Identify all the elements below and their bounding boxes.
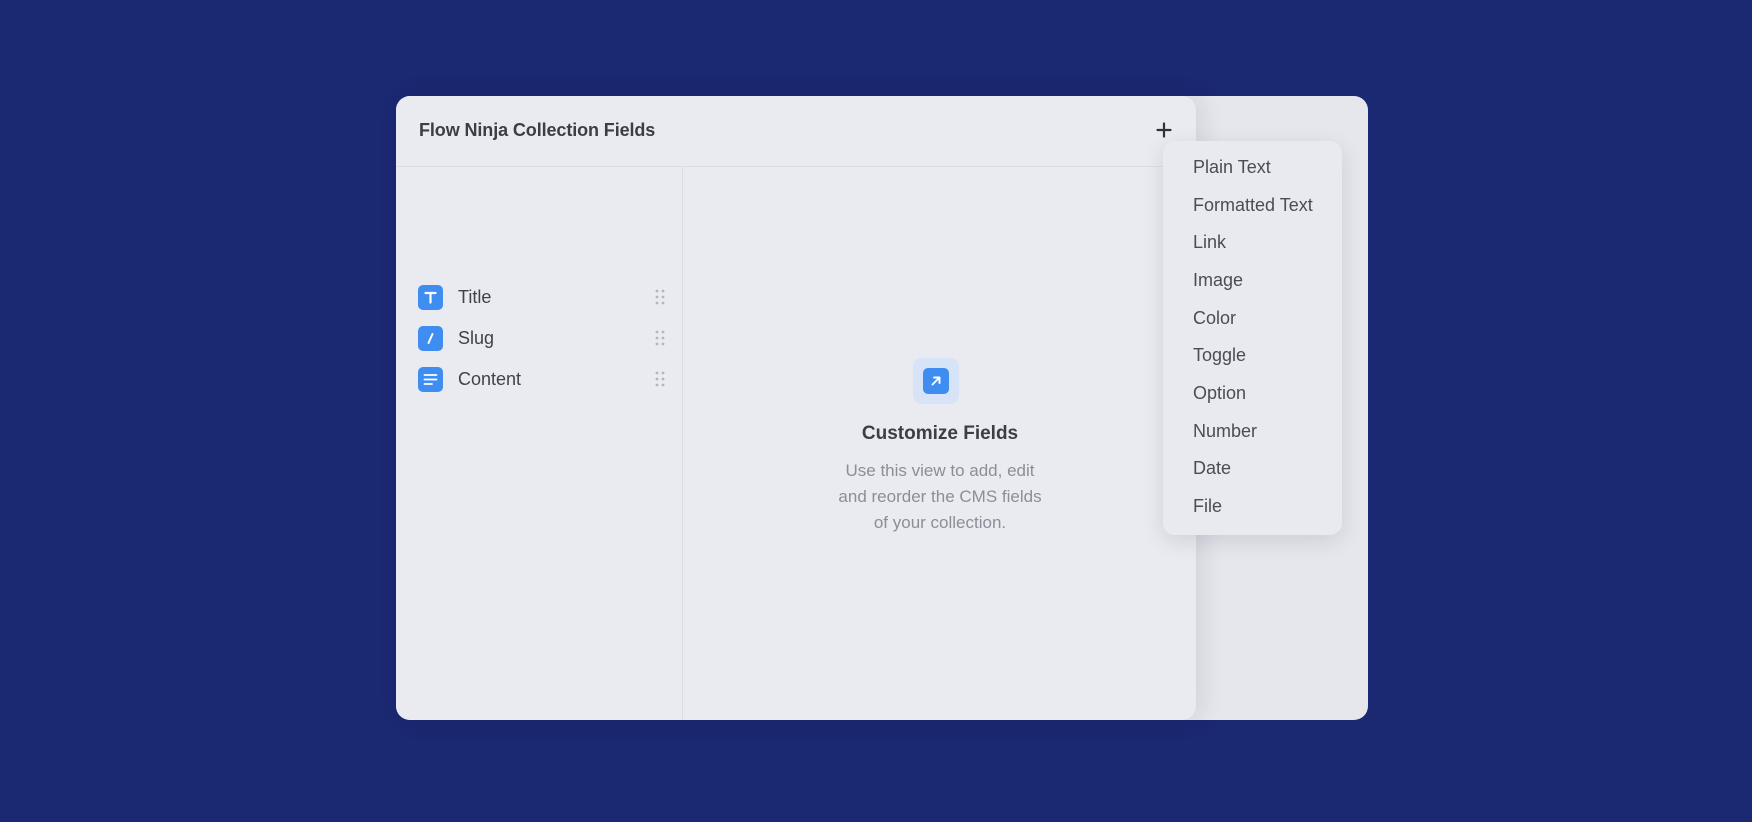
menu-item-link[interactable]: Link: [1193, 228, 1226, 256]
empty-state-desc-line: Use this view to add, edit: [845, 461, 1035, 480]
collection-fields-window: Flow Ninja Collection Fields Title Slug …: [396, 96, 1196, 720]
empty-state-desc-line: of your collection.: [873, 513, 1007, 532]
empty-state-description: Use this view to add, edit and reorder t…: [815, 458, 1065, 536]
slug-slash-icon: [418, 325, 443, 351]
menu-item-option[interactable]: Option: [1193, 379, 1246, 407]
menu-item-formatted-text[interactable]: Formatted Text: [1193, 191, 1313, 219]
field-item-content[interactable]: Content: [418, 365, 666, 393]
field-item-title[interactable]: Title: [418, 283, 666, 311]
fields-sidebar: Title Slug Content: [396, 167, 683, 720]
menu-item-date[interactable]: Date: [1193, 454, 1231, 482]
menu-item-toggle[interactable]: Toggle: [1193, 341, 1246, 369]
menu-item-plain-text[interactable]: Plain Text: [1193, 153, 1271, 181]
drag-handle-icon[interactable]: [654, 369, 666, 389]
menu-item-image[interactable]: Image: [1193, 266, 1243, 294]
page-title: Flow Ninja Collection Fields: [419, 120, 656, 140]
field-label-title: Title: [458, 286, 492, 307]
window-header: Flow Ninja Collection Fields: [396, 96, 1196, 167]
main-empty-state: Customize Fields Use this view to add, e…: [684, 167, 1196, 720]
text-t-icon: [418, 284, 443, 310]
drag-handle-icon[interactable]: [654, 328, 666, 348]
empty-state-title: Customize Fields: [861, 423, 1019, 444]
plus-icon: [1156, 122, 1172, 138]
field-item-slug[interactable]: Slug: [418, 324, 666, 352]
menu-item-number[interactable]: Number: [1193, 417, 1257, 445]
field-type-dropdown: Plain Text Formatted Text Link Image Col…: [1163, 141, 1342, 535]
empty-state-icon-badge: [913, 358, 959, 404]
menu-item-color[interactable]: Color: [1193, 304, 1236, 332]
empty-state-desc-line: and reorder the CMS fields: [838, 487, 1042, 506]
drag-handle-icon[interactable]: [654, 287, 666, 307]
arrow-up-right-icon: [923, 368, 949, 394]
menu-item-file[interactable]: File: [1193, 492, 1222, 520]
paragraph-lines-icon: [418, 366, 443, 392]
field-label-slug: Slug: [458, 327, 495, 348]
field-label-content: Content: [458, 368, 522, 389]
